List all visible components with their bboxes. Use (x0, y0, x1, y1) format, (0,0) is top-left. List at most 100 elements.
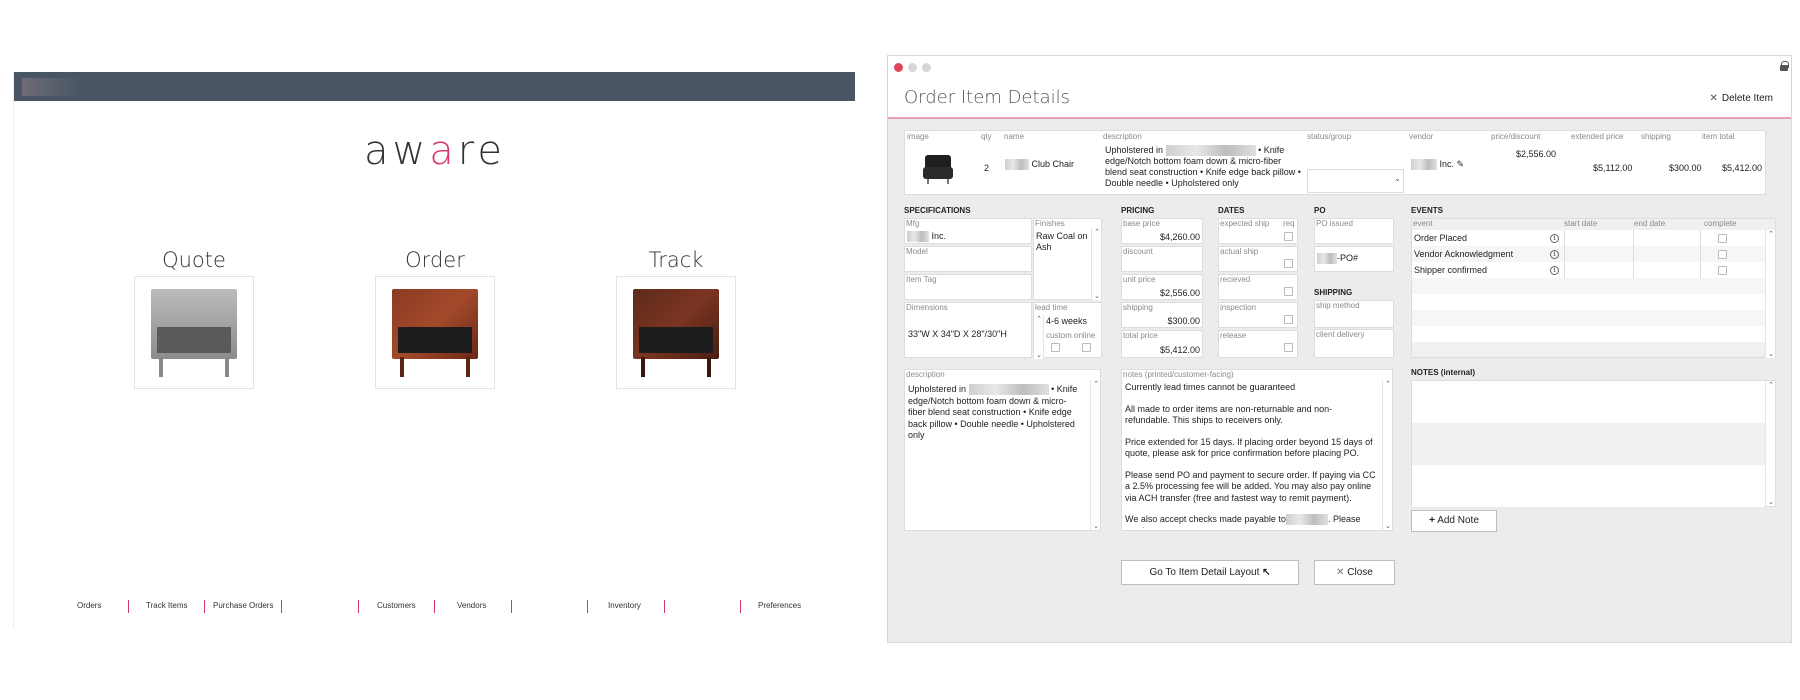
qty-value[interactable]: 2 (984, 163, 989, 173)
notes-printed-scrollbar[interactable]: ⌃ ⌄ (1382, 380, 1392, 530)
events-header-complete: complete (1704, 219, 1737, 228)
nav-preferences[interactable]: Preferences (758, 601, 801, 610)
zoom-window-button[interactable] (922, 63, 931, 72)
base-price-value: $4,260.00 (1159, 232, 1200, 242)
finishes-label: Finishes (1035, 219, 1065, 228)
inspection-field[interactable]: inspection (1218, 302, 1298, 328)
add-note-button[interactable]: + Add Note (1411, 510, 1497, 532)
mfg-field[interactable]: Mfg Inc. (904, 218, 1032, 244)
item-name[interactable]: Club Chair (1005, 159, 1101, 171)
custom-checkbox[interactable] (1051, 343, 1060, 352)
req-checkbox[interactable] (1284, 232, 1293, 241)
list-item (1412, 423, 1765, 465)
vendor-name[interactable]: Inc. ✎ (1411, 159, 1487, 171)
module-card[interactable] (616, 276, 736, 389)
base-price-field[interactable]: base price $4,260.00 (1121, 218, 1203, 244)
start-date-cell[interactable] (1564, 246, 1632, 262)
notes-internal-list[interactable]: ⌃ ⌄ (1411, 380, 1776, 507)
release-checkbox[interactable] (1284, 343, 1293, 352)
lead-time-stepper[interactable]: ⌃ ⌄ (1034, 315, 1044, 359)
item-tag-field[interactable]: Item Tag (904, 274, 1032, 300)
po-number-field[interactable]: -PO# (1314, 246, 1394, 272)
nav-inventory[interactable]: Inventory (608, 601, 641, 610)
status-group-select[interactable]: ⌄ (1307, 169, 1404, 193)
release-field[interactable]: release (1218, 330, 1298, 358)
online-checkbox[interactable] (1082, 343, 1091, 352)
nightstand-image (633, 288, 719, 377)
module-order[interactable]: Order (375, 248, 495, 389)
info-icon[interactable]: i (1550, 266, 1559, 275)
expected-ship-field[interactable]: expected ship req (1218, 218, 1298, 244)
close-window-button[interactable] (894, 63, 903, 72)
model-field[interactable]: Model (904, 246, 1032, 272)
complete-checkbox[interactable] (1718, 250, 1727, 259)
nightstand-image (151, 288, 237, 377)
inspection-checkbox[interactable] (1284, 315, 1293, 324)
delete-item-button[interactable]: ✕ Delete Item (1709, 93, 1773, 104)
complete-checkbox[interactable] (1718, 234, 1727, 243)
goto-label: Go To Item Detail Layout (1149, 567, 1260, 578)
nav-orders[interactable]: Orders (77, 601, 101, 610)
ship-method-field[interactable]: ship method (1314, 300, 1394, 328)
nav-purchase-orders[interactable]: Purchase Orders (213, 601, 273, 610)
end-date-cell[interactable] (1633, 230, 1701, 246)
module-track[interactable]: Track (616, 248, 736, 389)
end-date-cell[interactable] (1633, 262, 1701, 278)
description-scrollbar[interactable]: ⌃ ⌄ (1090, 380, 1100, 530)
nav-customers[interactable]: Customers (377, 601, 416, 610)
item-description[interactable]: Upholstered in • Knife edge/Notch bottom… (1105, 145, 1301, 189)
actual-ship-field[interactable]: actual ship (1218, 246, 1298, 272)
unit-price-field[interactable]: unit price $2,556.00 (1121, 274, 1203, 300)
window-header: Order Item Details ✕ Delete Item (888, 78, 1791, 119)
info-icon[interactable]: i (1550, 234, 1559, 243)
header-shipping: shipping (1641, 132, 1671, 141)
close-button[interactable]: ✕ Close (1314, 560, 1395, 585)
client-delivery-field[interactable]: client delivery (1314, 329, 1394, 358)
shipping-value[interactable]: $300.00 (1669, 163, 1702, 173)
window-titlebar (888, 56, 1791, 78)
go-to-item-detail-button[interactable]: Go To Item Detail Layout ↖ (1121, 560, 1299, 585)
last-prefix: We also accept checks made payable to (1125, 514, 1286, 524)
add-note-label: Add Note (1437, 515, 1479, 526)
order-item-details-window: Order Item Details ✕ Delete Item image qt… (887, 55, 1792, 643)
info-icon[interactable]: i (1550, 250, 1559, 259)
table-row[interactable]: Shipper confirmed i (1412, 262, 1765, 278)
price-value[interactable]: $2,556.00 (1516, 149, 1556, 159)
item-tag-label: Item Tag (906, 275, 937, 284)
notes-printed-textarea[interactable]: notes (printed/customer-facing) Currentl… (1121, 369, 1393, 531)
lead-time-value[interactable]: 4-6 weeks (1046, 316, 1087, 326)
received-checkbox[interactable] (1284, 287, 1293, 296)
finishes-scrollbar[interactable]: ⌃ ⌄ (1091, 228, 1101, 300)
lead-time-label: lead time (1035, 303, 1068, 312)
edit-icon[interactable]: ✎ (1457, 159, 1465, 169)
po-issued-field[interactable]: PO issued (1314, 218, 1394, 244)
club-chair-image[interactable] (921, 151, 955, 185)
actual-ship-checkbox[interactable] (1284, 259, 1293, 268)
module-card[interactable] (134, 276, 254, 389)
notes-internal-scrollbar[interactable]: ⌃ ⌄ (1765, 381, 1775, 506)
po-title: PO (1314, 206, 1326, 215)
module-quote[interactable]: Quote (134, 248, 254, 389)
table-row[interactable]: Vendor Acknowledgment i (1412, 246, 1765, 262)
end-date-cell[interactable] (1633, 246, 1701, 262)
minimize-window-button[interactable] (908, 63, 917, 72)
nav-track-items[interactable]: Track Items (146, 601, 187, 610)
start-date-cell[interactable] (1564, 230, 1632, 246)
total-price-field: total price $5,412.00 (1121, 330, 1203, 358)
dimensions-field[interactable]: Dimensions 33"W X 34"D X 28"/30"H (904, 302, 1032, 358)
nav-separator (281, 600, 282, 613)
finishes-field[interactable]: Finishes Raw Coal on Ash ⌃ ⌄ (1033, 218, 1102, 300)
received-field[interactable]: recieved (1218, 274, 1298, 300)
nav-vendors[interactable]: Vendors (457, 601, 486, 610)
start-date-cell[interactable] (1564, 262, 1632, 278)
discount-field[interactable]: discount (1121, 246, 1203, 272)
shipping-price-field[interactable]: shipping $300.00 (1121, 302, 1203, 328)
module-card[interactable] (375, 276, 495, 389)
table-row[interactable]: Order Placed i (1412, 230, 1765, 246)
complete-checkbox[interactable] (1718, 266, 1727, 275)
description-textarea[interactable]: description Upholstered in • Knife edge/… (904, 369, 1101, 531)
shipping-price-label: shipping (1123, 303, 1153, 312)
events-scrollbar[interactable]: ⌃ ⌄ (1765, 230, 1775, 358)
table-row (1412, 310, 1765, 326)
module-title: Quote (162, 248, 226, 272)
